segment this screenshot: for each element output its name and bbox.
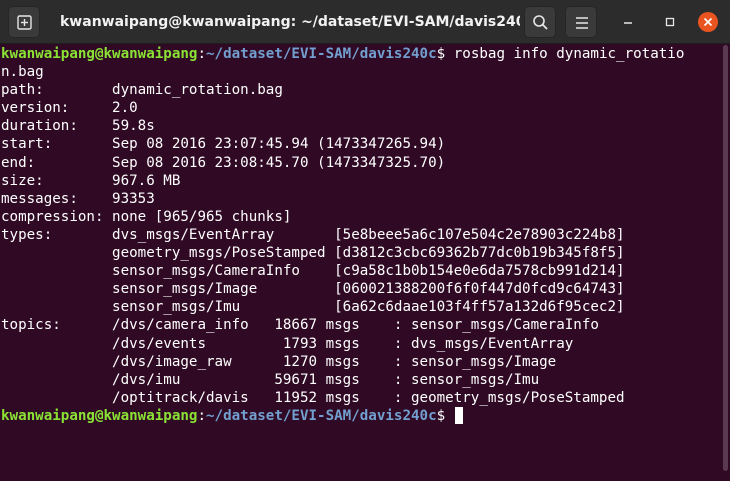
command-text: rosbag info dynamic_rotatio bbox=[453, 46, 685, 62]
output-line: version: 2.0 bbox=[1, 100, 138, 117]
output-line: path: dynamic_rotation.bag bbox=[1, 82, 283, 99]
prompt-line: kwanwaipang@kwanwaipang:~/dataset/EVI-SA… bbox=[1, 45, 722, 63]
new-tab-button[interactable] bbox=[8, 6, 40, 38]
prompt-symbol: $ bbox=[436, 407, 454, 424]
command-wrap-line: n.bag bbox=[1, 64, 44, 81]
terminal-output[interactable]: kwanwaipang@kwanwaipang:~/dataset/EVI-SA… bbox=[0, 45, 722, 481]
minimize-icon bbox=[624, 22, 632, 24]
output-line: /dvs/imu 59671 msgs : sensor_msgs/Imu bbox=[1, 371, 540, 388]
output-line: /optitrack/davis 11952 msgs : geometry_m… bbox=[1, 389, 625, 406]
terminal-window: kwanwaipang@kwanwaipang: ~/dataset/EVI-S… bbox=[0, 0, 730, 481]
menu-button[interactable] bbox=[565, 6, 597, 38]
prompt-user-host: kwanwaipang@kwanwaipang bbox=[1, 46, 198, 62]
output-line: topics: /dvs/camera_info 18667 msgs : se… bbox=[1, 317, 599, 334]
title-bar: kwanwaipang@kwanwaipang: ~/dataset/EVI-S… bbox=[0, 0, 730, 44]
maximize-icon bbox=[665, 17, 675, 27]
output-line: /dvs/events 1793 msgs : dvs_msgs/EventAr… bbox=[1, 335, 574, 352]
hamburger-menu-icon bbox=[576, 17, 588, 29]
window-title: kwanwaipang@kwanwaipang: ~/dataset/EVI-S… bbox=[60, 14, 520, 30]
output-line: messages: 93353 bbox=[1, 190, 155, 207]
output-line: sensor_msgs/CameraInfo [c9a58c1b0b154e0e… bbox=[1, 263, 625, 280]
search-icon bbox=[533, 15, 548, 30]
output-line: sensor_msgs/Imu [6a62c6daae103f4ff57a132… bbox=[1, 299, 625, 316]
prompt-separator: : bbox=[197, 407, 207, 424]
new-tab-icon bbox=[17, 15, 32, 30]
output-line: end: Sep 08 2016 23:08:45.70 (1473347325… bbox=[1, 154, 446, 171]
output-line: compression: none [965/965 chunks] bbox=[1, 208, 292, 225]
text-cursor bbox=[454, 406, 463, 424]
prompt-path: ~/dataset/EVI-SAM/davis240c bbox=[206, 46, 437, 62]
command-output: path: dynamic_rotation.bag version: 2.0 du… bbox=[1, 81, 722, 407]
prompt-user-host: kwanwaipang@kwanwaipang bbox=[1, 407, 198, 424]
close-button[interactable] bbox=[698, 12, 718, 32]
scrollbar[interactable] bbox=[723, 45, 728, 471]
current-prompt-line: kwanwaipang@kwanwaipang:~/dataset/EVI-SA… bbox=[1, 406, 722, 425]
prompt-separator: : bbox=[197, 46, 207, 62]
prompt-symbol: $ bbox=[436, 46, 454, 62]
minimize-button[interactable] bbox=[618, 12, 638, 32]
output-line: /dvs/image_raw 1270 msgs : sensor_msgs/I… bbox=[1, 353, 557, 370]
output-line: types: dvs_msgs/EventArray [5e8beee5a6c1… bbox=[1, 226, 625, 243]
maximize-button[interactable] bbox=[660, 12, 680, 32]
close-icon bbox=[703, 17, 713, 27]
output-line: sensor_msgs/Image [060021388200f6f0f447d… bbox=[1, 281, 625, 298]
output-line: start: Sep 08 2016 23:07:45.94 (14733472… bbox=[1, 136, 446, 153]
output-line: geometry_msgs/PoseStamped [d3812c3cbc693… bbox=[1, 245, 625, 262]
search-button[interactable] bbox=[524, 6, 556, 38]
prompt-path: ~/dataset/EVI-SAM/davis240c bbox=[206, 407, 437, 424]
output-line: size: 967.6 MB bbox=[1, 172, 181, 189]
output-line: duration: 59.8s bbox=[1, 118, 155, 135]
